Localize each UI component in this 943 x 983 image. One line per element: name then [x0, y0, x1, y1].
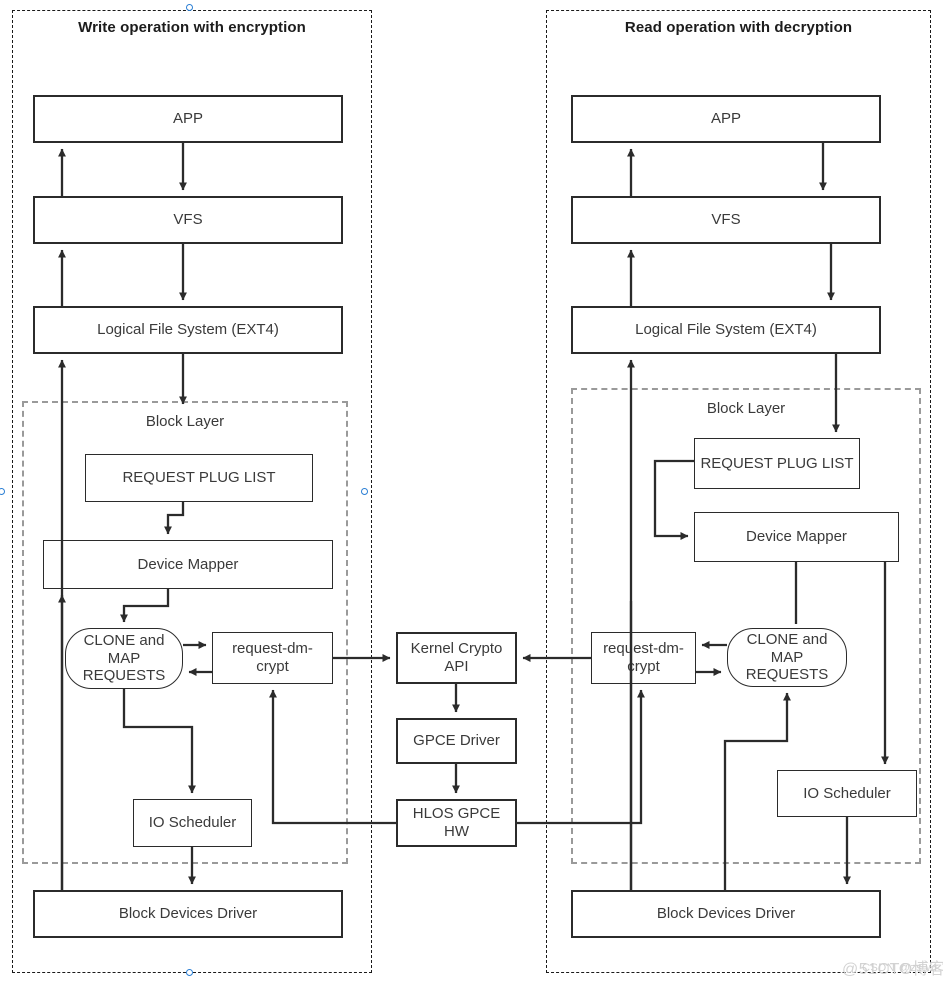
panel-write-title: Write operation with encryption — [78, 19, 306, 36]
box-write-vfs[interactable]: VFS — [33, 196, 343, 244]
box-read-io-scheduler[interactable]: IO Scheduler — [777, 770, 917, 817]
box-read-block-devices-driver[interactable]: Block Devices Driver — [571, 890, 881, 938]
selection-handle-top[interactable] — [186, 4, 193, 11]
selection-handle-right[interactable] — [361, 488, 368, 495]
box-write-clone-map-requests[interactable]: CLONE and MAP REQUESTS — [65, 628, 183, 689]
box-read-device-mapper[interactable]: Device Mapper — [694, 512, 899, 562]
diagram-canvas: Write operation with encryption Block La… — [0, 0, 943, 983]
box-read-request-dm-crypt[interactable]: request-dm-crypt — [591, 632, 696, 684]
block-layer-read-label: Block Layer — [706, 400, 786, 417]
selection-handle-bottom[interactable] — [186, 969, 193, 976]
box-read-logical-file-system[interactable]: Logical File System (EXT4) — [571, 306, 881, 354]
box-gpce-driver[interactable]: GPCE Driver — [396, 718, 517, 764]
box-read-vfs[interactable]: VFS — [571, 196, 881, 244]
watermark-secondary: CSDN @zs.wr — [862, 962, 939, 974]
box-read-request-plug-list[interactable]: REQUEST PLUG LIST — [694, 438, 860, 489]
selection-handle-left[interactable] — [0, 488, 5, 495]
box-write-io-scheduler[interactable]: IO Scheduler — [133, 799, 252, 847]
box-read-app[interactable]: APP — [571, 95, 881, 143]
block-layer-write-label: Block Layer — [145, 413, 225, 430]
box-write-app[interactable]: APP — [33, 95, 343, 143]
box-hlos-gpce-hw[interactable]: HLOS GPCE HW — [396, 799, 517, 847]
box-write-request-dm-crypt[interactable]: request-dm-crypt — [212, 632, 333, 684]
box-read-clone-map-requests[interactable]: CLONE and MAP REQUESTS — [727, 628, 847, 687]
box-write-request-plug-list[interactable]: REQUEST PLUG LIST — [85, 454, 313, 502]
box-kernel-crypto-api[interactable]: Kernel Crypto API — [396, 632, 517, 684]
box-write-device-mapper[interactable]: Device Mapper — [43, 540, 333, 589]
box-write-block-devices-driver[interactable]: Block Devices Driver — [33, 890, 343, 938]
box-write-logical-file-system[interactable]: Logical File System (EXT4) — [33, 306, 343, 354]
panel-read-title: Read operation with decryption — [624, 19, 853, 36]
